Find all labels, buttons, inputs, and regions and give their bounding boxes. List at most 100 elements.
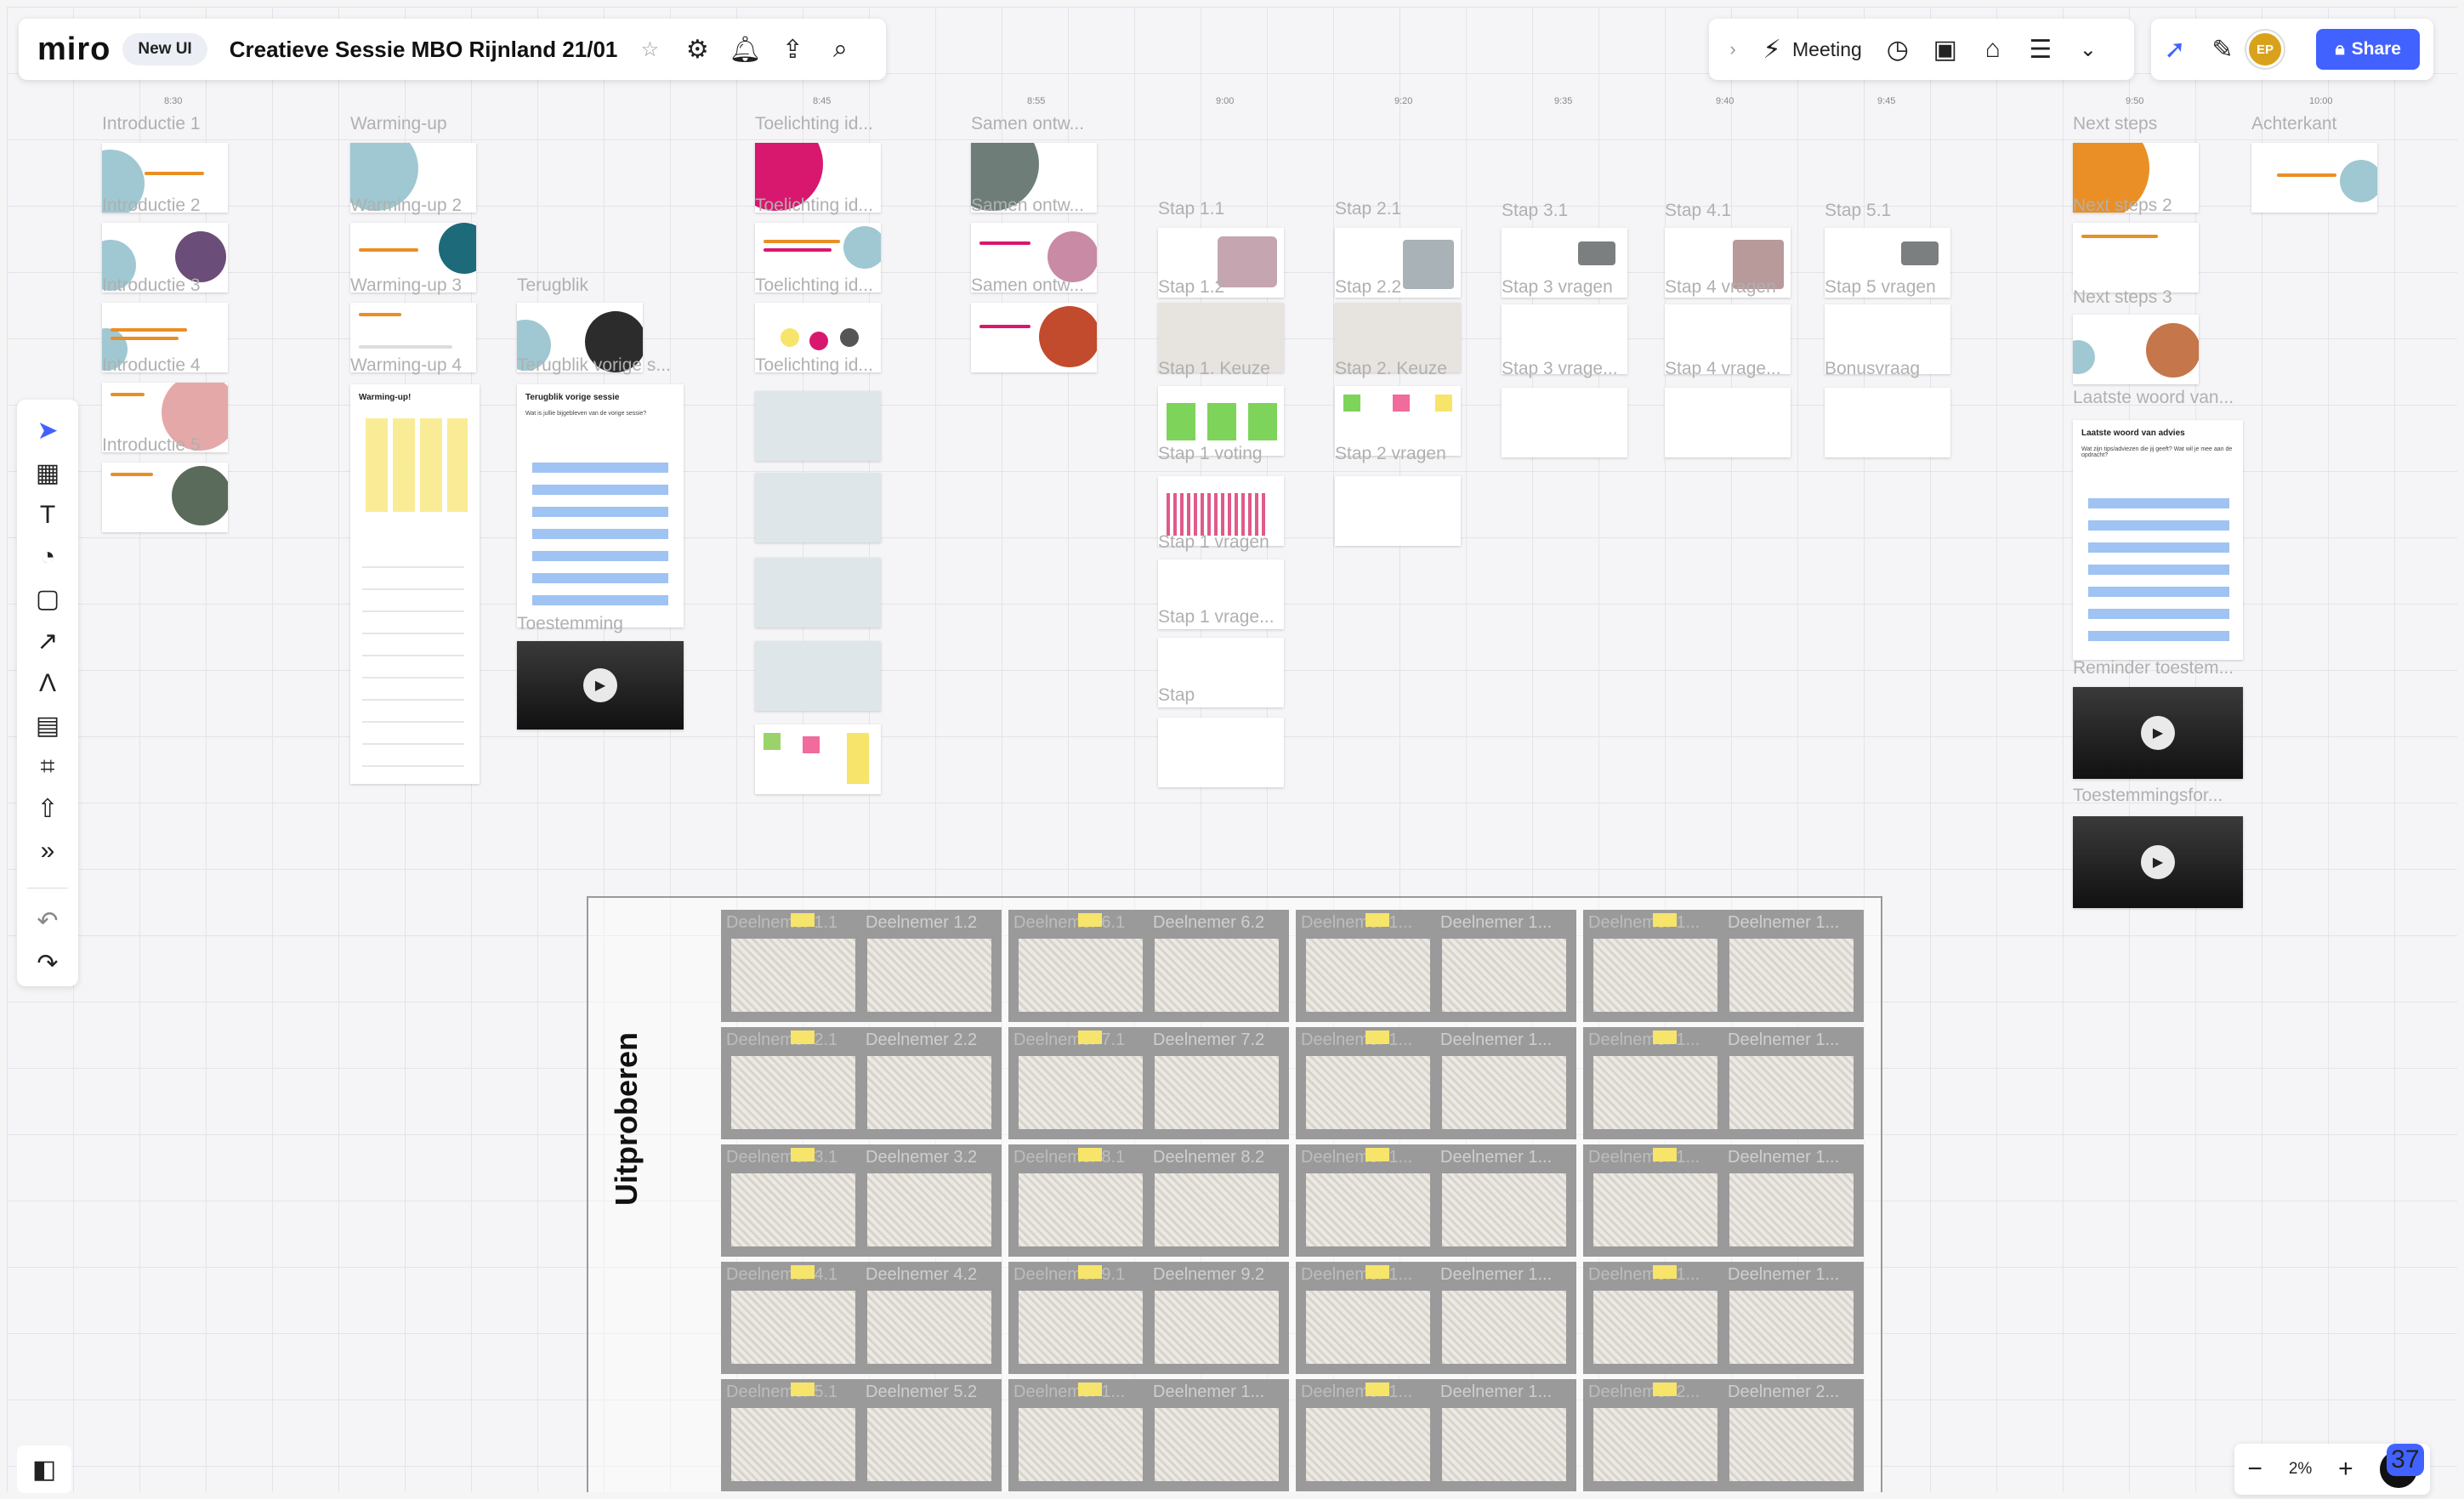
participant-group[interactable]: Deelnemer 6.1 Deelnemer 6.2 — [1008, 910, 1289, 1022]
frame-title[interactable]: Stap 3 vragen — [1502, 277, 1613, 298]
pen-icon[interactable]: Λ — [24, 664, 71, 702]
participant-label[interactable]: Deelnemer 1... — [1440, 913, 1552, 933]
frame-icon[interactable]: ⌗ — [24, 748, 71, 786]
participant-board[interactable] — [867, 939, 991, 1012]
search-icon[interactable]: ⌕ — [816, 26, 864, 73]
participant-board[interactable] — [1306, 1408, 1430, 1481]
frame-title[interactable]: Stap 4 vrage... — [1665, 359, 1781, 379]
participant-board[interactable] — [1729, 1173, 1854, 1246]
frame-title[interactable]: Stap 1.1 — [1158, 199, 1224, 219]
frame-title[interactable]: Introductie 3 — [102, 275, 201, 296]
participant-label[interactable]: Deelnemer 7.2 — [1153, 1031, 1264, 1050]
participant-label[interactable]: Deelnemer 7.1 — [1013, 1031, 1125, 1050]
slide-thumbnail[interactable] — [755, 558, 881, 627]
participant-label[interactable]: Deelnemer 1... — [1301, 913, 1412, 933]
participant-label[interactable]: Deelnemer 4.1 — [726, 1265, 837, 1285]
play-icon[interactable]: ▶ — [2141, 845, 2175, 879]
participant-board[interactable] — [1729, 1056, 1854, 1129]
meeting-button[interactable]: Meeting — [1792, 38, 1862, 61]
participant-label[interactable]: Deelnemer 2... — [1728, 1383, 1839, 1402]
participant-group[interactable]: Deelnemer 8.1 Deelnemer 8.2 — [1008, 1144, 1289, 1257]
frame-title[interactable]: Toestemmingsfor... — [2073, 786, 2223, 806]
frame-title[interactable]: Toelichting id... — [755, 114, 873, 134]
frame-title[interactable]: Stap 4.1 — [1665, 201, 1731, 221]
sticky-note[interactable] — [1365, 913, 1389, 927]
connector-arrow-icon[interactable]: ↗ — [24, 622, 71, 660]
participant-board[interactable] — [1442, 1291, 1566, 1364]
frame-title[interactable]: Introductie 4 — [102, 355, 201, 376]
frame-title[interactable]: Reminder toestem... — [2073, 658, 2234, 679]
participant-label[interactable]: Deelnemer 6.1 — [1013, 913, 1125, 933]
frame-title[interactable]: Stap 1 vragen — [1158, 532, 1269, 553]
frame-title[interactable]: Warming-up 3 — [350, 275, 462, 296]
slide-thumbnail[interactable] — [1665, 388, 1791, 457]
sticky-note[interactable] — [1653, 1265, 1677, 1279]
participant-board[interactable] — [867, 1291, 991, 1364]
participant-label[interactable]: Deelnemer 6.2 — [1153, 913, 1264, 933]
zoom-level[interactable]: 2% — [2289, 1460, 2312, 1479]
participant-group[interactable]: Deelnemer 5.1 Deelnemer 5.2 — [721, 1379, 1002, 1491]
participant-group[interactable]: Deelnemer 1.1 Deelnemer 1.2 — [721, 910, 1002, 1022]
frame-title[interactable]: Toelichting id... — [755, 355, 873, 376]
frame-title[interactable]: Toelichting id... — [755, 275, 873, 296]
frame-title[interactable]: Warming-up — [350, 114, 447, 134]
participant-board[interactable] — [1593, 1291, 1717, 1364]
sticky-note[interactable] — [791, 1265, 815, 1279]
video-embed[interactable]: ▶ — [517, 641, 684, 730]
frame-title[interactable]: Stap 2 vragen — [1335, 444, 1446, 464]
participant-label[interactable]: Deelnemer 3.1 — [726, 1148, 837, 1167]
panel-toggle-icon[interactable]: ◧ — [17, 1445, 71, 1493]
slide-thumbnail[interactable] — [2073, 315, 2199, 384]
participant-group[interactable]: Deelnemer 1... Deelnemer 1... — [1296, 1144, 1576, 1257]
sticky-note[interactable] — [1365, 1031, 1389, 1044]
participant-label[interactable]: Deelnemer 1... — [1728, 1031, 1839, 1050]
participant-board[interactable] — [1593, 1056, 1717, 1129]
card-icon[interactable]: ▣ — [1922, 26, 1969, 73]
frame-title[interactable]: Samen ontw... — [971, 275, 1084, 296]
frame-title[interactable]: Warming-up 2 — [350, 196, 462, 216]
uitproberen-frame[interactable]: Uitproberen Deelnemer 1.1 Deelnemer 1.2 De… — [587, 896, 1882, 1492]
participant-group[interactable]: Deelnemer 1... Deelnemer 1... — [1583, 910, 1864, 1022]
share-button[interactable]: 🔒︎ Share — [2316, 29, 2420, 70]
participant-label[interactable]: Deelnemer 1... — [1153, 1383, 1264, 1402]
text-tool-icon[interactable]: T — [24, 496, 71, 534]
participant-label[interactable]: Deelnemer 1... — [1728, 1265, 1839, 1285]
sticky-note[interactable] — [1365, 1148, 1389, 1161]
participant-label[interactable]: Deelnemer 1... — [1301, 1383, 1412, 1402]
shapes-icon[interactable]: ◔ — [24, 537, 71, 576]
participant-board[interactable] — [1593, 1408, 1717, 1481]
participant-label[interactable]: Deelnemer 1... — [1301, 1148, 1412, 1167]
participant-label[interactable]: Deelnemer 1... — [1588, 1265, 1700, 1285]
participant-label[interactable]: Deelnemer 1... — [1728, 913, 1839, 933]
participant-label[interactable]: Deelnemer 1... — [1440, 1383, 1552, 1402]
participant-board[interactable] — [1442, 939, 1566, 1012]
notes-icon[interactable]: ☰ — [2017, 26, 2064, 73]
participant-group[interactable]: Deelnemer 9.1 Deelnemer 9.2 — [1008, 1262, 1289, 1374]
frame-title[interactable]: Stap 3 vrage... — [1502, 359, 1618, 379]
sticky-note[interactable] — [1653, 1031, 1677, 1044]
slide-thumbnail[interactable] — [1335, 476, 1461, 546]
participant-board[interactable] — [1019, 1173, 1143, 1246]
participant-board[interactable] — [1155, 1291, 1279, 1364]
board-title[interactable]: Creatieve Sessie MBO Rijnland 21/01 — [230, 37, 618, 63]
participant-group[interactable]: Deelnemer 1... Deelnemer 1... — [1296, 1379, 1576, 1491]
participant-board[interactable] — [1306, 1291, 1430, 1364]
frame-title[interactable]: Next steps — [2073, 114, 2157, 134]
slide-thumbnail[interactable] — [755, 473, 881, 542]
frame-title[interactable]: Warming-up 4 — [350, 355, 462, 376]
undo-icon[interactable]: ↶ — [24, 902, 71, 940]
participant-label[interactable]: Deelnemer 2.2 — [866, 1031, 977, 1050]
video-embed[interactable]: ▶ — [2073, 687, 2243, 779]
sticky-note[interactable] — [1078, 1031, 1102, 1044]
video-embed[interactable]: ▶ — [2073, 816, 2243, 908]
chevron-right-icon[interactable]: › — [1709, 26, 1757, 73]
participant-label[interactable]: Deelnemer 1... — [1728, 1148, 1839, 1167]
help-button[interactable]: ? 37 — [2379, 1444, 2424, 1488]
frame-title[interactable]: Stap 2.1 — [1335, 199, 1401, 219]
new-ui-badge[interactable]: New UI — [122, 33, 207, 65]
participant-label[interactable]: Deelnemer 1... — [1440, 1031, 1552, 1050]
participant-label[interactable]: Deelnemer 1... — [1588, 913, 1700, 933]
frame-title[interactable]: Terugblik vorige s... — [517, 355, 671, 376]
play-icon[interactable]: ▶ — [583, 668, 617, 702]
frame-title[interactable]: Next steps 3 — [2073, 287, 2172, 308]
